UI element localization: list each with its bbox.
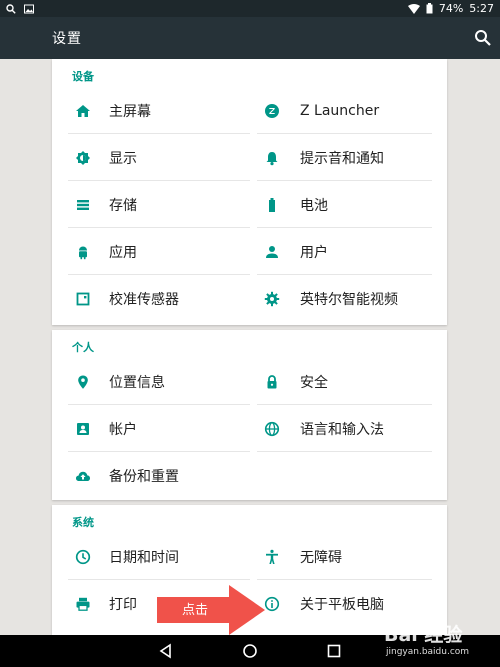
- account-icon: [72, 418, 94, 440]
- watermark-url: jingyan.baidu.com: [386, 647, 470, 657]
- setting-language-input[interactable]: 语言和输入法: [257, 406, 432, 452]
- recents-icon[interactable]: [326, 643, 342, 659]
- battery-status-icon: [426, 3, 433, 14]
- bell-icon: [261, 147, 283, 169]
- cloud-upload-icon: [72, 465, 94, 487]
- brightness-icon: [72, 147, 94, 169]
- globe-icon: [261, 418, 283, 440]
- click-annotation-text: 点击: [182, 603, 209, 618]
- setting-label: 关于平板电脑: [300, 597, 384, 613]
- setting-home-screen[interactable]: 主屏幕: [68, 88, 250, 134]
- android-icon: [72, 241, 94, 263]
- setting-intel-video[interactable]: 英特尔智能视频: [257, 276, 432, 322]
- setting-label: 语言和输入法: [300, 421, 384, 438]
- setting-security[interactable]: 安全: [257, 359, 432, 405]
- setting-backup-reset[interactable]: 备份和重置: [68, 453, 250, 499]
- home-icon: [72, 100, 94, 122]
- setting-label: Z Launcher: [300, 102, 380, 119]
- baidu-watermark: Bai 经验 jingyan.baidu.com: [380, 618, 498, 664]
- device-section: 设备 主屏幕 Z Launcher 显示 提示音和通知 存储 电池 应用 用户 …: [52, 59, 447, 325]
- image-notification-icon: [24, 4, 34, 13]
- section-header-device: 设备: [72, 70, 94, 83]
- setting-label: 备份和重置: [109, 469, 179, 485]
- search-notification-icon: [6, 3, 16, 14]
- setting-accounts[interactable]: 帐户: [68, 406, 250, 452]
- wifi-icon: [407, 3, 420, 14]
- setting-label: 主屏幕: [109, 103, 151, 120]
- storage-icon: [72, 194, 94, 216]
- setting-display[interactable]: 显示: [68, 135, 250, 181]
- setting-label: 应用: [109, 244, 137, 261]
- setting-date-time[interactable]: 日期和时间: [68, 534, 250, 580]
- status-time: 5:27: [469, 2, 494, 15]
- battery-percent: 74%: [438, 2, 464, 15]
- personal-section: 个人 位置信息 安全 帐户 语言和输入法 备份和重置: [52, 330, 447, 500]
- click-arrow-annotation: [157, 585, 265, 635]
- print-icon: [72, 593, 94, 615]
- home-nav-icon[interactable]: [242, 643, 258, 659]
- setting-label: 无障碍: [300, 549, 342, 566]
- setting-location[interactable]: 位置信息: [68, 359, 250, 405]
- z-launcher-icon: [261, 100, 283, 122]
- setting-label: 电池: [300, 197, 328, 214]
- setting-label: 帐户: [109, 421, 137, 438]
- search-icon[interactable]: [474, 29, 492, 47]
- battery-icon: [261, 194, 283, 216]
- setting-storage[interactable]: 存储: [68, 182, 250, 228]
- setting-accessibility[interactable]: 无障碍: [257, 534, 432, 580]
- setting-label: 英特尔智能视频: [300, 292, 398, 308]
- status-bar: 74% 5:27: [0, 0, 500, 17]
- setting-label: 校准传感器: [109, 292, 179, 308]
- setting-label: 安全: [300, 374, 328, 391]
- back-icon[interactable]: [158, 643, 174, 659]
- setting-battery[interactable]: 电池: [257, 182, 432, 228]
- person-icon: [261, 241, 283, 263]
- setting-sound-notification[interactable]: 提示音和通知: [257, 135, 432, 181]
- watermark-brand: Bai 经验: [384, 624, 463, 646]
- setting-users[interactable]: 用户: [257, 229, 432, 275]
- setting-label: 位置信息: [109, 374, 165, 391]
- location-icon: [72, 371, 94, 393]
- setting-calibrate-sensor[interactable]: 校准传感器: [68, 276, 250, 322]
- setting-label: 存储: [109, 197, 137, 214]
- setting-z-launcher[interactable]: Z Launcher: [257, 88, 432, 134]
- section-header-system: 系统: [72, 516, 94, 529]
- setting-label: 显示: [109, 150, 137, 167]
- page-title: 设置: [52, 31, 82, 47]
- setting-label: 日期和时间: [109, 549, 179, 566]
- sensor-icon: [72, 288, 94, 310]
- lock-icon: [261, 371, 283, 393]
- gear-icon: [261, 288, 283, 310]
- section-header-personal: 个人: [72, 341, 94, 354]
- accessibility-icon: [261, 546, 283, 568]
- app-bar: 设置: [0, 17, 500, 59]
- setting-label: 打印: [109, 597, 137, 613]
- setting-label: 提示音和通知: [300, 150, 384, 167]
- clock-icon: [72, 546, 94, 568]
- setting-label: 用户: [300, 244, 328, 261]
- setting-apps[interactable]: 应用: [68, 229, 250, 275]
